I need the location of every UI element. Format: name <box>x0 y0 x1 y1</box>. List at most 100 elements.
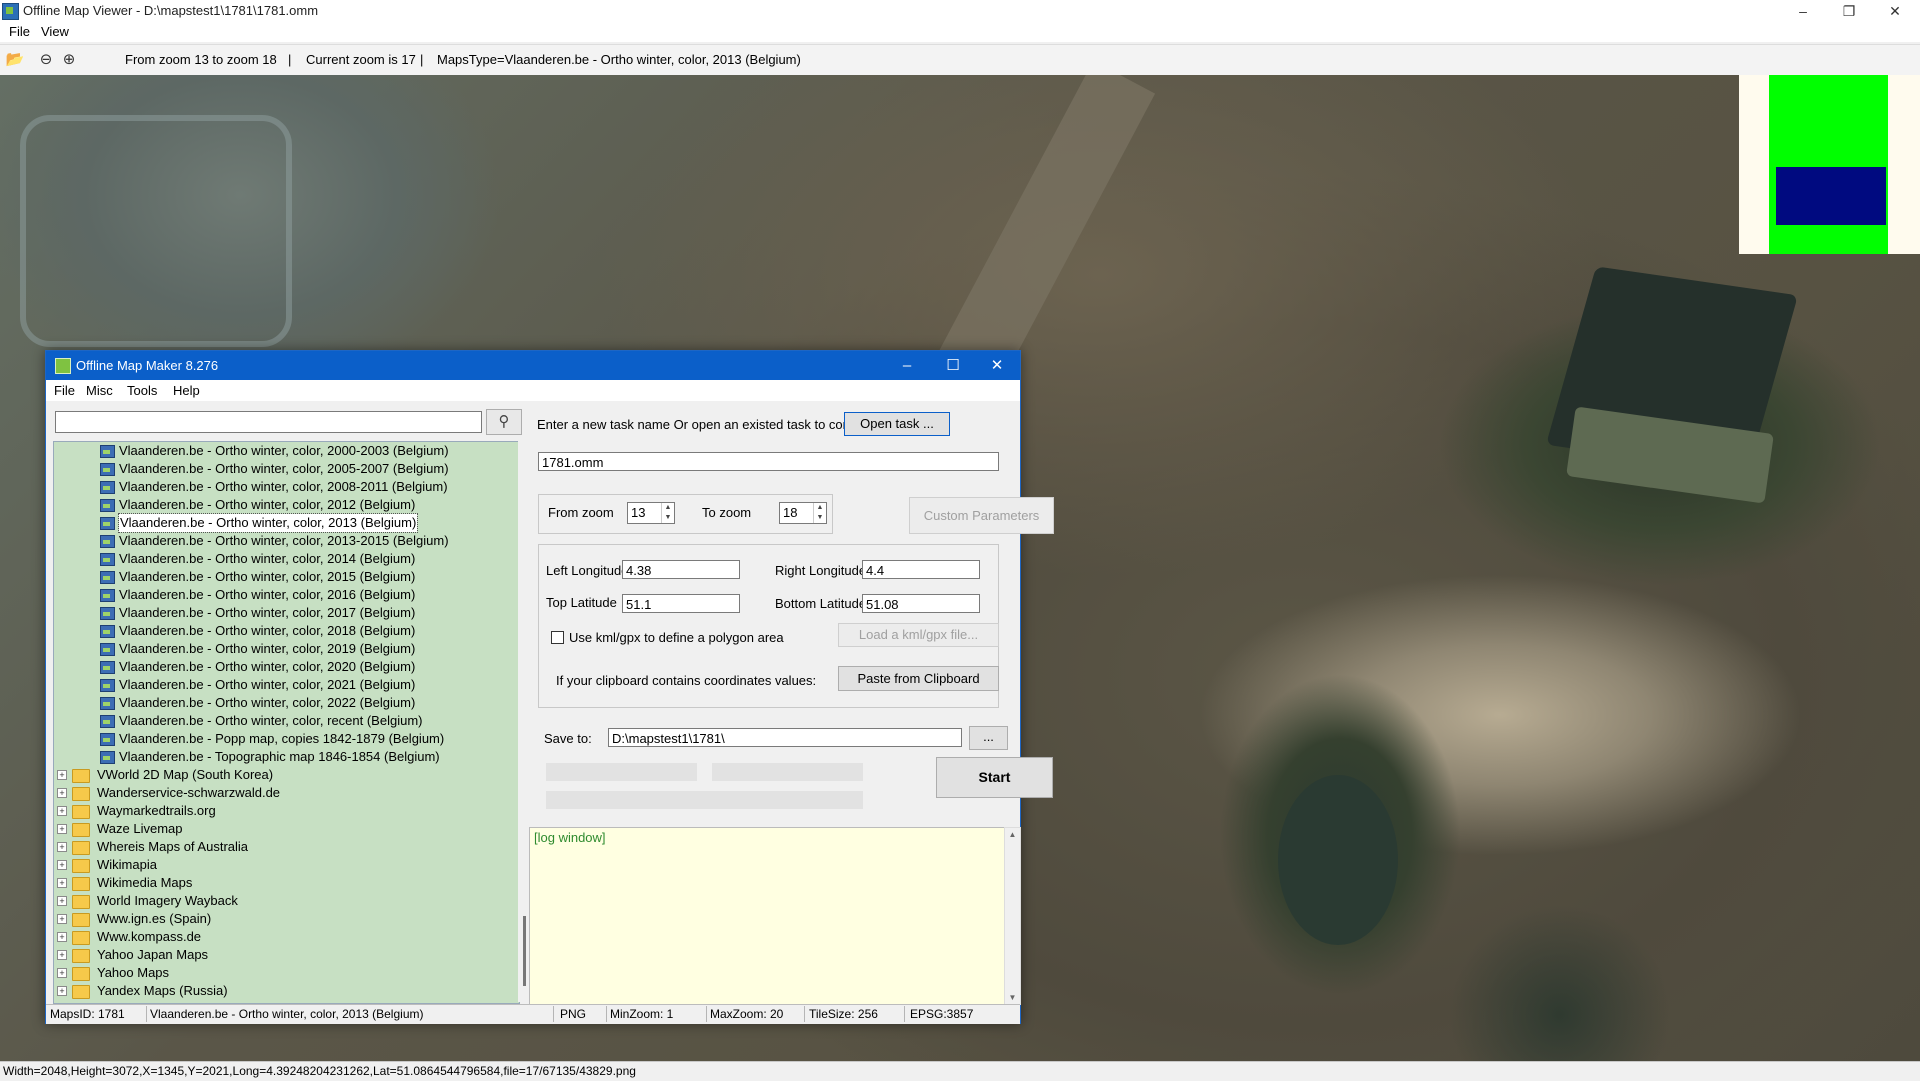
expand-icon[interactable]: + <box>57 770 67 780</box>
minimize-icon[interactable]: – <box>1780 0 1826 22</box>
tree-folder[interactable]: + Www.kompass.de <box>54 928 519 946</box>
right-longitude-input[interactable]: 4.4 <box>862 560 980 579</box>
tree-folder[interactable]: + Yandex Maps (Russia) <box>54 982 519 1000</box>
tree-item-label: Vlaanderen.be - Ortho winter, color, 201… <box>119 497 416 512</box>
close-icon[interactable]: ✕ <box>974 351 1020 380</box>
tree-item[interactable]: Vlaanderen.be - Ortho winter, color, 201… <box>54 586 519 604</box>
tree-folder[interactable]: + Wikimapia <box>54 856 519 874</box>
spinner-arrows-icon[interactable]: ▲ ▼ <box>813 503 826 523</box>
expand-icon[interactable]: + <box>57 986 67 996</box>
expand-icon[interactable]: + <box>57 806 67 816</box>
tree-folder[interactable]: + World Imagery Wayback <box>54 892 519 910</box>
close-icon[interactable]: ✕ <box>1872 0 1918 22</box>
tree-item[interactable]: Vlaanderen.be - Ortho winter, color, 200… <box>54 478 519 496</box>
tree-item[interactable]: Vlaanderen.be - Ortho winter, color, 201… <box>54 568 519 586</box>
tree-item[interactable]: Vlaanderen.be - Ortho winter, color, 201… <box>54 513 519 533</box>
tree-item[interactable]: Vlaanderen.be - Ortho winter, color, 201… <box>54 550 519 568</box>
expand-icon[interactable]: + <box>57 932 67 942</box>
tree-item[interactable]: Vlaanderen.be - Ortho winter, color, 200… <box>54 442 519 460</box>
overview-viewport[interactable] <box>1776 167 1886 225</box>
map-source-tree[interactable]: Vlaanderen.be - Ortho winter, color, 200… <box>53 441 520 1004</box>
tree-folder[interactable]: + Www.ign.es (Spain) <box>54 910 519 928</box>
log-window[interactable]: [log window] <box>529 827 1007 1005</box>
dialog-menu-file[interactable]: File <box>54 383 75 398</box>
menu-file[interactable]: File <box>9 24 30 39</box>
expand-icon[interactable]: + <box>57 896 67 906</box>
maximize-icon[interactable]: ❐ <box>1826 0 1872 22</box>
load-kml-button[interactable]: Load a kml/gpx file... <box>838 623 999 647</box>
expand-icon[interactable]: + <box>57 824 67 834</box>
map-icon <box>100 463 115 476</box>
scroll-up-icon[interactable]: ▲ <box>1005 830 1020 839</box>
dialog-titlebar[interactable]: Offline Map Maker 8.276 – ☐ ✕ <box>46 351 1020 380</box>
menu-view[interactable]: View <box>41 24 69 39</box>
browse-button[interactable]: ... <box>969 726 1008 750</box>
expand-icon[interactable]: + <box>57 968 67 978</box>
tree-folder[interactable]: + Wikimedia Maps <box>54 874 519 892</box>
dialog-menu-tools[interactable]: Tools <box>127 383 157 398</box>
expand-icon[interactable]: + <box>57 842 67 852</box>
expand-icon[interactable]: + <box>57 878 67 888</box>
from-zoom-value: 13 <box>631 505 646 520</box>
search-icon[interactable]: ⚲ <box>486 409 522 435</box>
tree-item[interactable]: Vlaanderen.be - Ortho winter, color, 200… <box>54 460 519 478</box>
maximize-icon[interactable]: ☐ <box>930 351 976 380</box>
dialog-menu-help[interactable]: Help <box>173 383 200 398</box>
tree-folder[interactable]: + Yahoo Japan Maps <box>54 946 519 964</box>
tree-item[interactable]: Vlaanderen.be - Ortho winter, color, 202… <box>54 658 519 676</box>
maps-type-text: MapsType=Vlaanderen.be - Ortho winter, c… <box>437 52 801 67</box>
top-latitude-input[interactable]: 51.1 <box>622 594 740 613</box>
tree-item-label: Vlaanderen.be - Ortho winter, color, 201… <box>119 533 449 548</box>
from-zoom-stepper[interactable]: 13 ▲ ▼ <box>627 502 675 524</box>
zoom-out-icon[interactable]: ⊖ <box>36 50 56 70</box>
tree-item[interactable]: Vlaanderen.be - Ortho winter, color, 201… <box>54 496 519 514</box>
map-icon <box>100 445 115 458</box>
tree-folder[interactable]: + VWorld 2D Map (South Korea) <box>54 766 519 784</box>
expand-icon[interactable]: + <box>57 950 67 960</box>
tree-item[interactable]: Vlaanderen.be - Ortho winter, color, 201… <box>54 532 519 550</box>
paste-clipboard-button[interactable]: Paste from Clipboard <box>838 666 999 691</box>
scroll-down-icon[interactable]: ▼ <box>1005 993 1020 1002</box>
left-longitude-input[interactable]: 4.38 <box>622 560 740 579</box>
main-toolbar: 📂 ⊖ ⊕ From zoom 13 to zoom 18 | Current … <box>0 44 1920 76</box>
overview-minimap[interactable] <box>1739 75 1920 254</box>
expand-icon[interactable]: + <box>57 914 67 924</box>
separator: | <box>420 52 424 67</box>
tree-item-label: Vlaanderen.be - Ortho winter, color, 200… <box>119 443 449 458</box>
tree-item[interactable]: Vlaanderen.be - Popp map, copies 1842-18… <box>54 730 519 748</box>
tree-folder[interactable]: + Waymarkedtrails.org <box>54 802 519 820</box>
minimize-icon[interactable]: – <box>884 351 930 380</box>
tree-item[interactable]: Vlaanderen.be - Ortho winter, color, 201… <box>54 604 519 622</box>
scroll-thumb[interactable] <box>523 916 526 986</box>
dialog-menu-misc[interactable]: Misc <box>86 383 113 398</box>
log-scrollbar[interactable]: ▲ ▼ <box>1004 827 1021 1005</box>
tree-folder[interactable]: + Wanderservice-schwarzwald.de <box>54 784 519 802</box>
tree-item[interactable]: Vlaanderen.be - Ortho winter, color, 202… <box>54 694 519 712</box>
expand-icon[interactable]: + <box>57 788 67 798</box>
search-input[interactable] <box>55 411 482 433</box>
start-button[interactable]: Start <box>936 757 1053 798</box>
open-folder-icon[interactable]: 📂 <box>5 50 25 70</box>
tree-item-label: Vlaanderen.be - Ortho winter, color, 201… <box>119 605 416 620</box>
zoom-in-icon[interactable]: ⊕ <box>59 50 79 70</box>
tree-item[interactable]: Vlaanderen.be - Ortho winter, color, 202… <box>54 676 519 694</box>
tree-item[interactable]: Vlaanderen.be - Ortho winter, color, rec… <box>54 712 519 730</box>
tree-folder[interactable]: + Waze Livemap <box>54 820 519 838</box>
kml-polygon-checkbox[interactable] <box>551 631 564 644</box>
custom-parameters-button[interactable]: Custom Parameters <box>909 497 1054 534</box>
tree-folder[interactable]: + Yahoo Maps <box>54 964 519 982</box>
to-zoom-stepper[interactable]: 18 ▲ ▼ <box>779 502 827 524</box>
task-name-input[interactable]: 1781.omm <box>538 452 999 471</box>
expand-icon[interactable]: + <box>57 860 67 870</box>
tree-folder-label: Yahoo Japan Maps <box>97 947 209 962</box>
bottom-latitude-input[interactable]: 51.08 <box>862 594 980 613</box>
tree-item[interactable]: Vlaanderen.be - Topographic map 1846-185… <box>54 748 519 766</box>
spinner-arrows-icon[interactable]: ▲ ▼ <box>661 503 674 523</box>
tree-item-label: Vlaanderen.be - Popp map, copies 1842-18… <box>119 731 445 746</box>
save-path-input[interactable]: D:\mapstest1\1781\ <box>608 728 962 747</box>
open-task-button[interactable]: Open task ... <box>844 412 950 436</box>
current-zoom-text: Current zoom is 17 <box>306 52 416 67</box>
tree-folder[interactable]: + Whereis Maps of Australia <box>54 838 519 856</box>
tree-item[interactable]: Vlaanderen.be - Ortho winter, color, 201… <box>54 622 519 640</box>
tree-item[interactable]: Vlaanderen.be - Ortho winter, color, 201… <box>54 640 519 658</box>
